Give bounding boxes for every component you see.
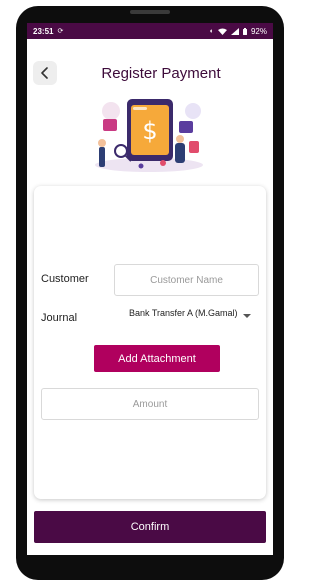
- status-bar-left: 23:51 ⟳: [33, 27, 63, 36]
- battery-icon: [242, 27, 247, 35]
- payment-illustration: $: [95, 99, 203, 172]
- confirm-button[interactable]: Confirm: [34, 511, 266, 543]
- journal-select[interactable]: Bank Transfer A (M.Gamal): [121, 307, 261, 335]
- journal-selected-value: Bank Transfer A (M.Gamal): [129, 308, 238, 318]
- customer-label: Customer: [41, 273, 89, 285]
- page-title: Register Payment: [101, 65, 221, 82]
- phone-frame: 23:51 ⟳ ◐ 92% Register Payment $ Custome…: [16, 6, 284, 580]
- sync-icon: ⟳: [57, 27, 64, 35]
- status-bar-right: ◐ 92%: [210, 27, 267, 36]
- earpiece: [130, 10, 170, 14]
- customer-name-input[interactable]: Customer Name: [114, 264, 259, 296]
- battery-percent: 92%: [250, 26, 267, 36]
- svg-text:$: $: [142, 117, 157, 145]
- add-attachment-button[interactable]: Add Attachment: [94, 345, 220, 372]
- vibrate-icon: ◐: [209, 27, 214, 35]
- app-screen: 23:51 ⟳ ◐ 92% Register Payment $ Custome…: [27, 23, 273, 555]
- dropdown-caret-icon: [243, 314, 251, 318]
- signal-icon: [230, 27, 239, 35]
- amount-placeholder: Amount: [132, 398, 168, 410]
- status-time: 23:51: [33, 26, 54, 36]
- customer-name-placeholder: Customer Name: [150, 274, 223, 286]
- status-bar: 23:51 ⟳ ◐ 92%: [27, 23, 273, 39]
- journal-label: Journal: [41, 312, 78, 324]
- payment-form-card: Customer Customer Name Journal Bank Tran…: [34, 186, 266, 499]
- amount-input[interactable]: Amount: [41, 388, 259, 420]
- wifi-icon: [217, 28, 227, 35]
